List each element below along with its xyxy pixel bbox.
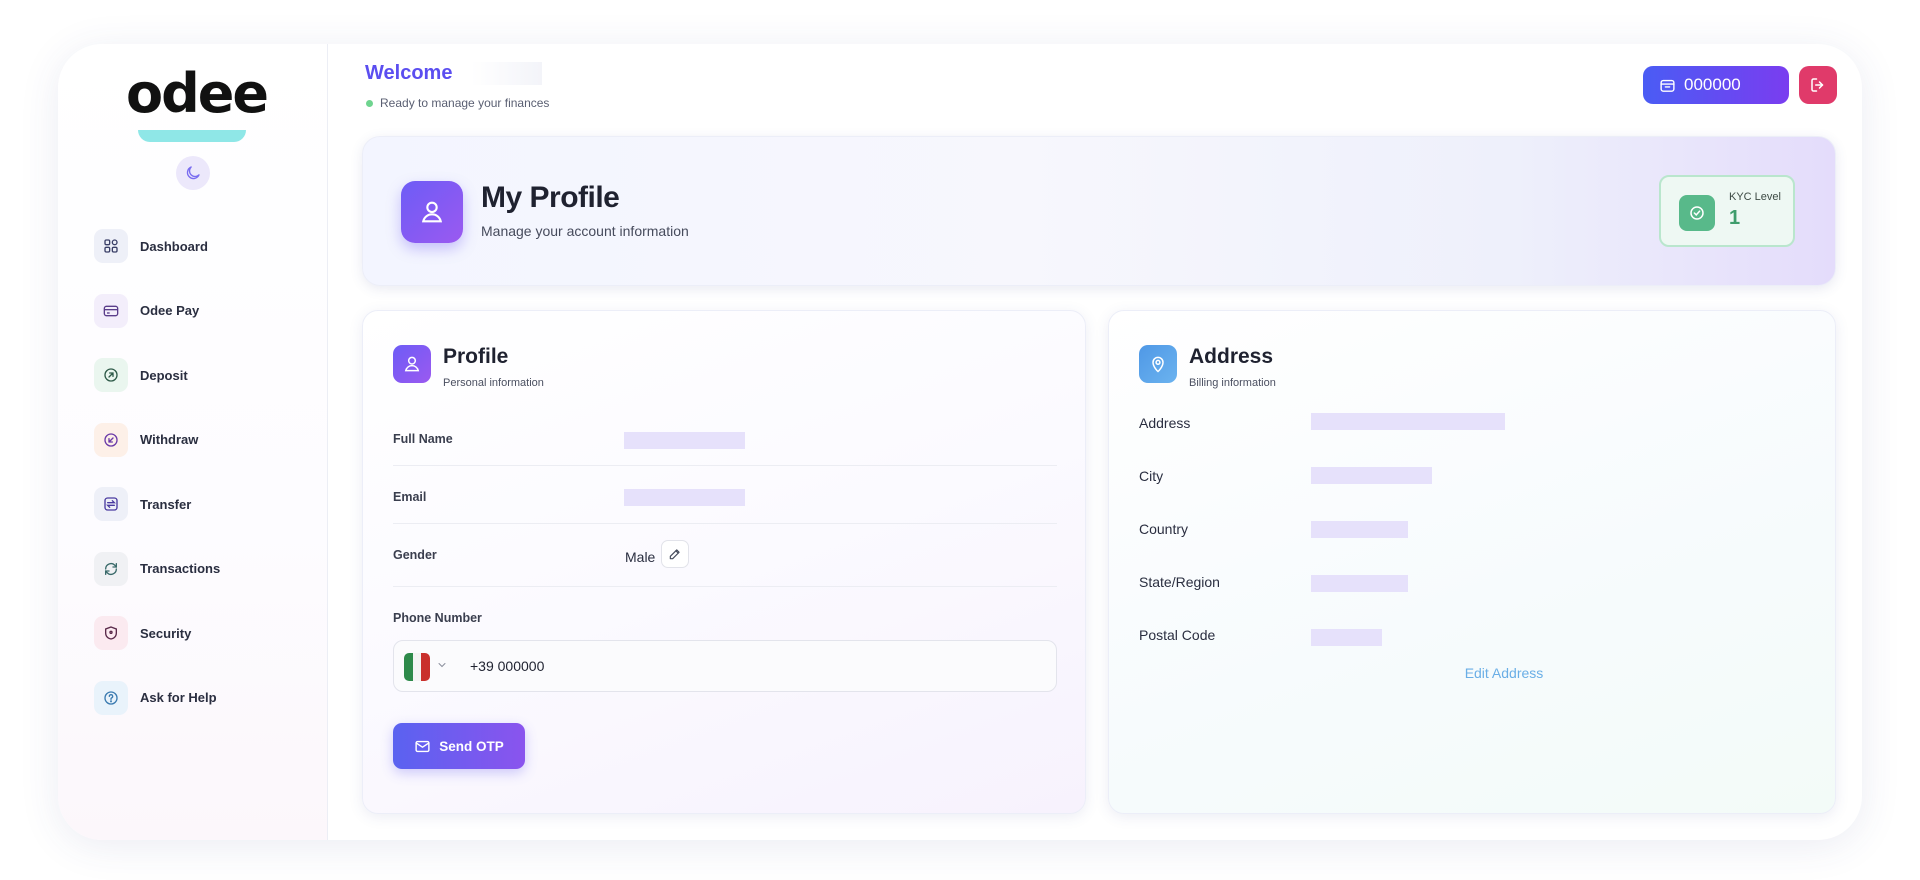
profile-card-title: Profile	[443, 345, 509, 368]
sidebar-item-withdraw[interactable]: Withdraw	[94, 408, 304, 473]
email-label: Email	[393, 490, 427, 504]
edit-address-link[interactable]: Edit Address	[1429, 665, 1579, 681]
city-label: City	[1139, 468, 1164, 484]
page-title: My Profile	[481, 181, 620, 214]
state-region-value-placeholder	[1311, 575, 1408, 592]
postal-code-label: Postal Code	[1139, 627, 1216, 643]
sidebar-item-label: Deposit	[140, 367, 188, 383]
address-card-title: Address	[1189, 345, 1274, 368]
page-subtitle: Manage your account information	[481, 223, 689, 239]
logo-text: odee	[126, 62, 269, 125]
arrow-down-circle-icon	[94, 422, 128, 457]
sidebar-item-label: Odee Pay	[140, 303, 200, 319]
sidebar-item-security[interactable]: Security	[94, 601, 304, 666]
sidebar-item-label: Transactions	[140, 561, 221, 577]
status-dot	[366, 99, 373, 107]
send-otp-label: Send OTP	[439, 738, 504, 754]
divider	[393, 586, 1057, 587]
moon-icon	[186, 166, 200, 180]
profile-card-subtitle: Personal information	[443, 377, 544, 389]
divider	[393, 523, 1057, 524]
country-label: Country	[1139, 521, 1189, 537]
sidebar-item-dashboard[interactable]: Dashboard	[94, 214, 304, 279]
email-value-placeholder	[624, 489, 745, 506]
sidebar-item-label: Ask for Help	[140, 690, 217, 706]
sidebar-item-deposit[interactable]: Deposit	[94, 343, 304, 408]
user-icon	[401, 181, 463, 243]
sidebar-item-label: Security	[140, 625, 192, 641]
kyc-label: KYC Level	[1729, 191, 1781, 203]
user-icon	[393, 345, 431, 383]
sidebar-item-transfer[interactable]: Transfer	[94, 472, 304, 537]
profile-card: Profile Personal information Full Name E…	[362, 310, 1086, 814]
sidebar-item-transactions[interactable]: Transactions	[94, 537, 304, 602]
kyc-level-badge: KYC Level 1	[1659, 175, 1795, 247]
arrow-up-circle-icon	[94, 358, 128, 393]
gender-value: Male	[625, 549, 656, 565]
shield-icon	[94, 616, 128, 651]
logo-swoosh	[138, 130, 246, 142]
italy-flag-icon[interactable]	[404, 653, 430, 681]
logout-button[interactable]	[1799, 66, 1837, 104]
logo[interactable]: odee	[126, 62, 269, 148]
phone-number-field[interactable]	[393, 640, 1057, 692]
sidebar-nav: Dashboard Odee Pay Deposit Withdraw Tran…	[94, 214, 304, 730]
phone-number-input[interactable]	[470, 655, 1030, 677]
mail-icon	[415, 740, 430, 752]
status-text: Ready to manage your finances	[380, 96, 550, 110]
sidebar-item-label: Transfer	[140, 496, 192, 512]
wallet-balance-button[interactable]: 000000	[1643, 66, 1789, 104]
sidebar: odee Dashboard Odee Pay Deposit Withdraw…	[58, 44, 328, 840]
check-circle-icon	[1679, 195, 1715, 231]
transfer-icon	[94, 487, 128, 522]
wallet-value: 000000	[1684, 75, 1741, 94]
divider	[393, 465, 1057, 466]
welcome-title: Welcome	[365, 62, 543, 85]
sidebar-item-odee-pay[interactable]: Odee Pay	[94, 279, 304, 344]
theme-toggle-button[interactable]	[176, 156, 210, 190]
pencil-icon	[669, 549, 680, 560]
sidebar-item-label: Withdraw	[140, 432, 199, 448]
app-window: odee Dashboard Odee Pay Deposit Withdraw…	[58, 44, 1862, 840]
chevron-down-icon[interactable]	[436, 659, 448, 671]
state-region-label: State/Region	[1139, 574, 1220, 590]
address-label: Address	[1139, 415, 1191, 431]
send-otp-button[interactable]: Send OTP	[393, 723, 525, 769]
gender-label: Gender	[393, 548, 437, 562]
status-line: Ready to manage your finances	[366, 96, 549, 110]
wallet-icon	[1660, 79, 1675, 92]
country-value-placeholder	[1311, 521, 1408, 538]
postal-code-value-placeholder	[1311, 629, 1382, 646]
card-icon	[94, 293, 128, 328]
grid-icon	[94, 229, 128, 264]
full-name-label: Full Name	[393, 432, 453, 446]
city-value-placeholder	[1311, 467, 1432, 484]
address-value-placeholder	[1311, 413, 1505, 430]
phone-number-label: Phone Number	[393, 611, 482, 625]
profile-hero: My Profile Manage your account informati…	[362, 136, 1836, 286]
refresh-icon	[94, 551, 128, 586]
sidebar-item-ask-for-help[interactable]: Ask for Help	[94, 666, 304, 731]
address-card-subtitle: Billing information	[1189, 377, 1276, 389]
full-name-value-placeholder	[624, 432, 745, 449]
logout-icon	[1811, 78, 1824, 92]
edit-gender-button[interactable]	[661, 540, 689, 568]
address-card: Address Billing information Address City…	[1108, 310, 1836, 814]
kyc-value: 1	[1729, 207, 1741, 229]
location-pin-icon	[1139, 345, 1177, 383]
sidebar-item-label: Dashboard	[140, 238, 208, 254]
help-icon	[94, 680, 128, 715]
